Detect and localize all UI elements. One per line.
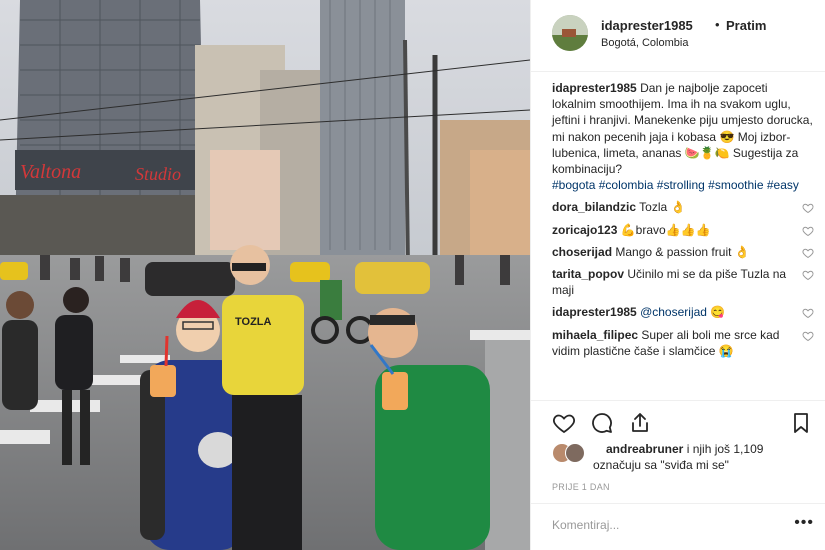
more-options-button[interactable]: ••• [794,514,814,532]
caption: idaprester1985 Dan je najbolje zapoceti … [552,80,814,193]
comment-icon[interactable] [590,411,614,435]
location-link[interactable]: Bogotá, Colombia [601,37,688,49]
post-side-panel: idaprester1985 • Pratim Bogotá, Colombia… [530,0,825,550]
post-header: idaprester1985 • Pratim Bogotá, Colombia [531,0,825,72]
likes-count-text[interactable]: i njih još 1,109 [683,442,764,456]
small-heart-icon[interactable] [802,202,814,214]
avatar-image [552,15,588,51]
caption-username[interactable]: idaprester1985 [552,81,637,95]
hashtag-link[interactable]: #colombia [599,178,654,192]
liker-username[interactable]: andreabruner [606,442,683,456]
likes-text: označuju sa "sviđa mi se" [593,458,729,472]
caption-text: Dan je najbolje zapoceti lokalnim smooth… [552,81,813,177]
comment-item: tarita_popov Učinilo mi se da piše Tuzla… [552,266,814,298]
share-icon[interactable] [628,411,652,435]
header-username[interactable]: idaprester1985 [601,18,693,33]
comment-username[interactable]: idaprester1985 [552,305,637,319]
svg-text:Valtona: Valtona [20,161,81,183]
comment-item: zoricajo123 💪bravo👍👍👍 [552,222,814,238]
comment-item: dora_bilandzic Tozla 👌 [552,199,814,215]
comment-username[interactable]: zoricajo123 [552,223,617,237]
comment-input[interactable]: Komentiraj... [552,518,619,532]
add-comment-bar: Komentiraj... ••• [531,503,825,550]
post-photo[interactable]: Valtona Studio TOZLA [0,0,530,550]
comment-text: Tozla 👌 [639,200,686,215]
comment-item: idaprester1985 @choserijad 😋 [552,304,814,320]
svg-text:Studio: Studio [135,164,181,184]
comment-username[interactable]: mihaela_filipec [552,328,638,342]
small-heart-icon[interactable] [802,269,814,281]
comment-username[interactable]: tarita_popov [552,267,624,281]
header-separator: • [715,17,720,32]
comment-text: 💪bravo👍👍👍 [620,222,711,237]
small-heart-icon[interactable] [802,225,814,237]
comment-item: mihaela_filipec Super ali boli me srce k… [552,327,814,359]
comments-list: idaprester1985 Dan je najbolje zapoceti … [552,80,814,359]
follow-button[interactable]: Pratim [726,18,766,33]
instagram-post: Valtona Studio TOZLA idaprester1985 • Pr… [0,0,825,550]
svg-text:TOZLA: TOZLA [235,316,272,328]
comment-text: Mango & passion fruit 👌 [615,244,750,259]
post-date[interactable]: PRIJE 1 DAN [552,482,610,492]
small-heart-icon[interactable] [802,307,814,319]
comment-username[interactable]: dora_bilandzic [552,200,636,214]
action-bar [531,400,825,446]
small-heart-icon[interactable] [802,330,814,342]
small-heart-icon[interactable] [802,247,814,259]
avatar[interactable] [552,15,588,51]
comment-username[interactable]: choserijad [552,245,612,259]
hashtag-link[interactable]: #bogota [552,178,595,192]
heart-icon[interactable] [552,411,576,435]
street-scene-image: Valtona Studio TOZLA [0,0,530,550]
comment-item: choserijad Mango & passion fruit 👌 [552,244,814,260]
hashtag-link[interactable]: #smoothie [708,178,763,192]
hashtag-link[interactable]: #strolling [657,178,705,192]
hashtag-link[interactable]: #easy [767,178,799,192]
bookmark-icon[interactable] [789,411,813,435]
comment-text: @choserijad 😋 [640,305,726,320]
likes-summary: andreabruner i njih još 1,109 [552,442,812,456]
